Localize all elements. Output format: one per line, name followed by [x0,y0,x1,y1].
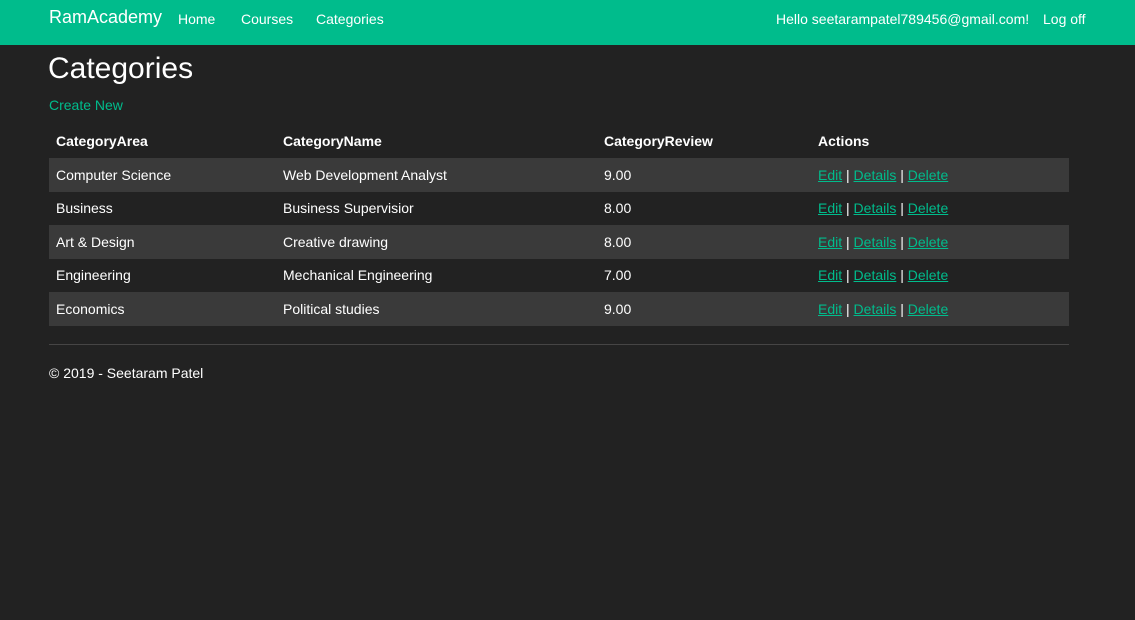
edit-link[interactable]: Edit [818,234,842,250]
cell-actions: Edit | Details | Delete [811,292,1069,326]
edit-link[interactable]: Edit [818,267,842,283]
cell-category-name: Web Development Analyst [283,166,447,183]
cell-category-review: 8.00 [604,233,632,250]
cell-actions: Edit | Details | Delete [811,192,1069,226]
nav-link-courses[interactable]: Courses [241,11,293,27]
cell-category-area: Economics [56,300,125,317]
create-new-link[interactable]: Create New [49,97,123,113]
edit-link[interactable]: Edit [818,167,842,183]
action-separator: | [846,233,850,250]
cell-category-review: 9.00 [604,166,632,183]
nav-link-categories[interactable]: Categories [316,11,384,27]
action-separator: | [900,233,904,250]
nav-link-home[interactable]: Home [178,11,215,27]
brand-link[interactable]: RamAcademy [49,7,162,28]
action-separator: | [900,300,904,317]
action-separator: | [900,267,904,284]
cell-category-review: 9.00 [604,300,632,317]
table-row: Computer Science Web Development Analyst… [49,158,1069,192]
categories-table: CategoryArea CategoryName CategoryReview… [49,124,1069,326]
cell-category-name: Creative drawing [283,233,389,250]
cell-category-area: Computer Science [56,166,172,183]
cell-actions: Edit | Details | Delete [811,158,1069,192]
action-separator: | [846,300,850,317]
delete-link[interactable]: Delete [908,167,948,183]
table-header-row: CategoryArea CategoryName CategoryReview… [49,124,1069,158]
column-header-actions: Actions [818,133,870,149]
delete-link[interactable]: Delete [908,301,948,317]
action-separator: | [846,166,850,183]
cell-category-area: Art & Design [56,233,135,250]
details-link[interactable]: Details [854,234,897,250]
cell-category-area: Business [56,200,113,217]
cell-category-name: Political studies [283,300,380,317]
details-link[interactable]: Details [854,200,897,216]
action-separator: | [900,166,904,183]
edit-link[interactable]: Edit [818,200,842,216]
delete-link[interactable]: Delete [908,234,948,250]
column-header-category-area: CategoryArea [56,133,148,149]
footer-copyright: © 2019 - Seetaram Patel [49,365,204,381]
cell-category-name: Business Supervisior [283,200,414,217]
table-row: Engineering Mechanical Engineering 7.00 … [49,258,1069,293]
table-row: Economics Political studies 9.00 Edit | … [49,292,1069,326]
cell-category-name: Mechanical Engineering [283,267,433,284]
action-separator: | [846,200,850,217]
details-link[interactable]: Details [854,301,897,317]
logoff-link[interactable]: Log off [1043,11,1086,27]
footer-divider [49,344,1069,345]
table-row: Art & Design Creative drawing 8.00 Edit … [49,225,1069,259]
navbar: RamAcademy Home Courses Categories Hello… [0,0,1135,45]
cell-category-review: 8.00 [604,200,632,217]
details-link[interactable]: Details [854,167,897,183]
cell-category-area: Engineering [56,267,131,284]
user-greeting-link[interactable]: Hello seetarampatel789456@gmail.com! [776,11,1029,27]
column-header-category-review: CategoryReview [604,133,713,149]
details-link[interactable]: Details [854,267,897,283]
cell-category-review: 7.00 [604,267,632,284]
edit-link[interactable]: Edit [818,301,842,317]
table-row: Business Business Supervisior 8.00 Edit … [49,191,1069,226]
cell-actions: Edit | Details | Delete [811,259,1069,293]
page-title: Categories [48,52,194,85]
delete-link[interactable]: Delete [908,200,948,216]
cell-actions: Edit | Details | Delete [811,225,1069,259]
column-header-category-name: CategoryName [283,133,382,149]
action-separator: | [900,200,904,217]
action-separator: | [846,267,850,284]
delete-link[interactable]: Delete [908,267,948,283]
